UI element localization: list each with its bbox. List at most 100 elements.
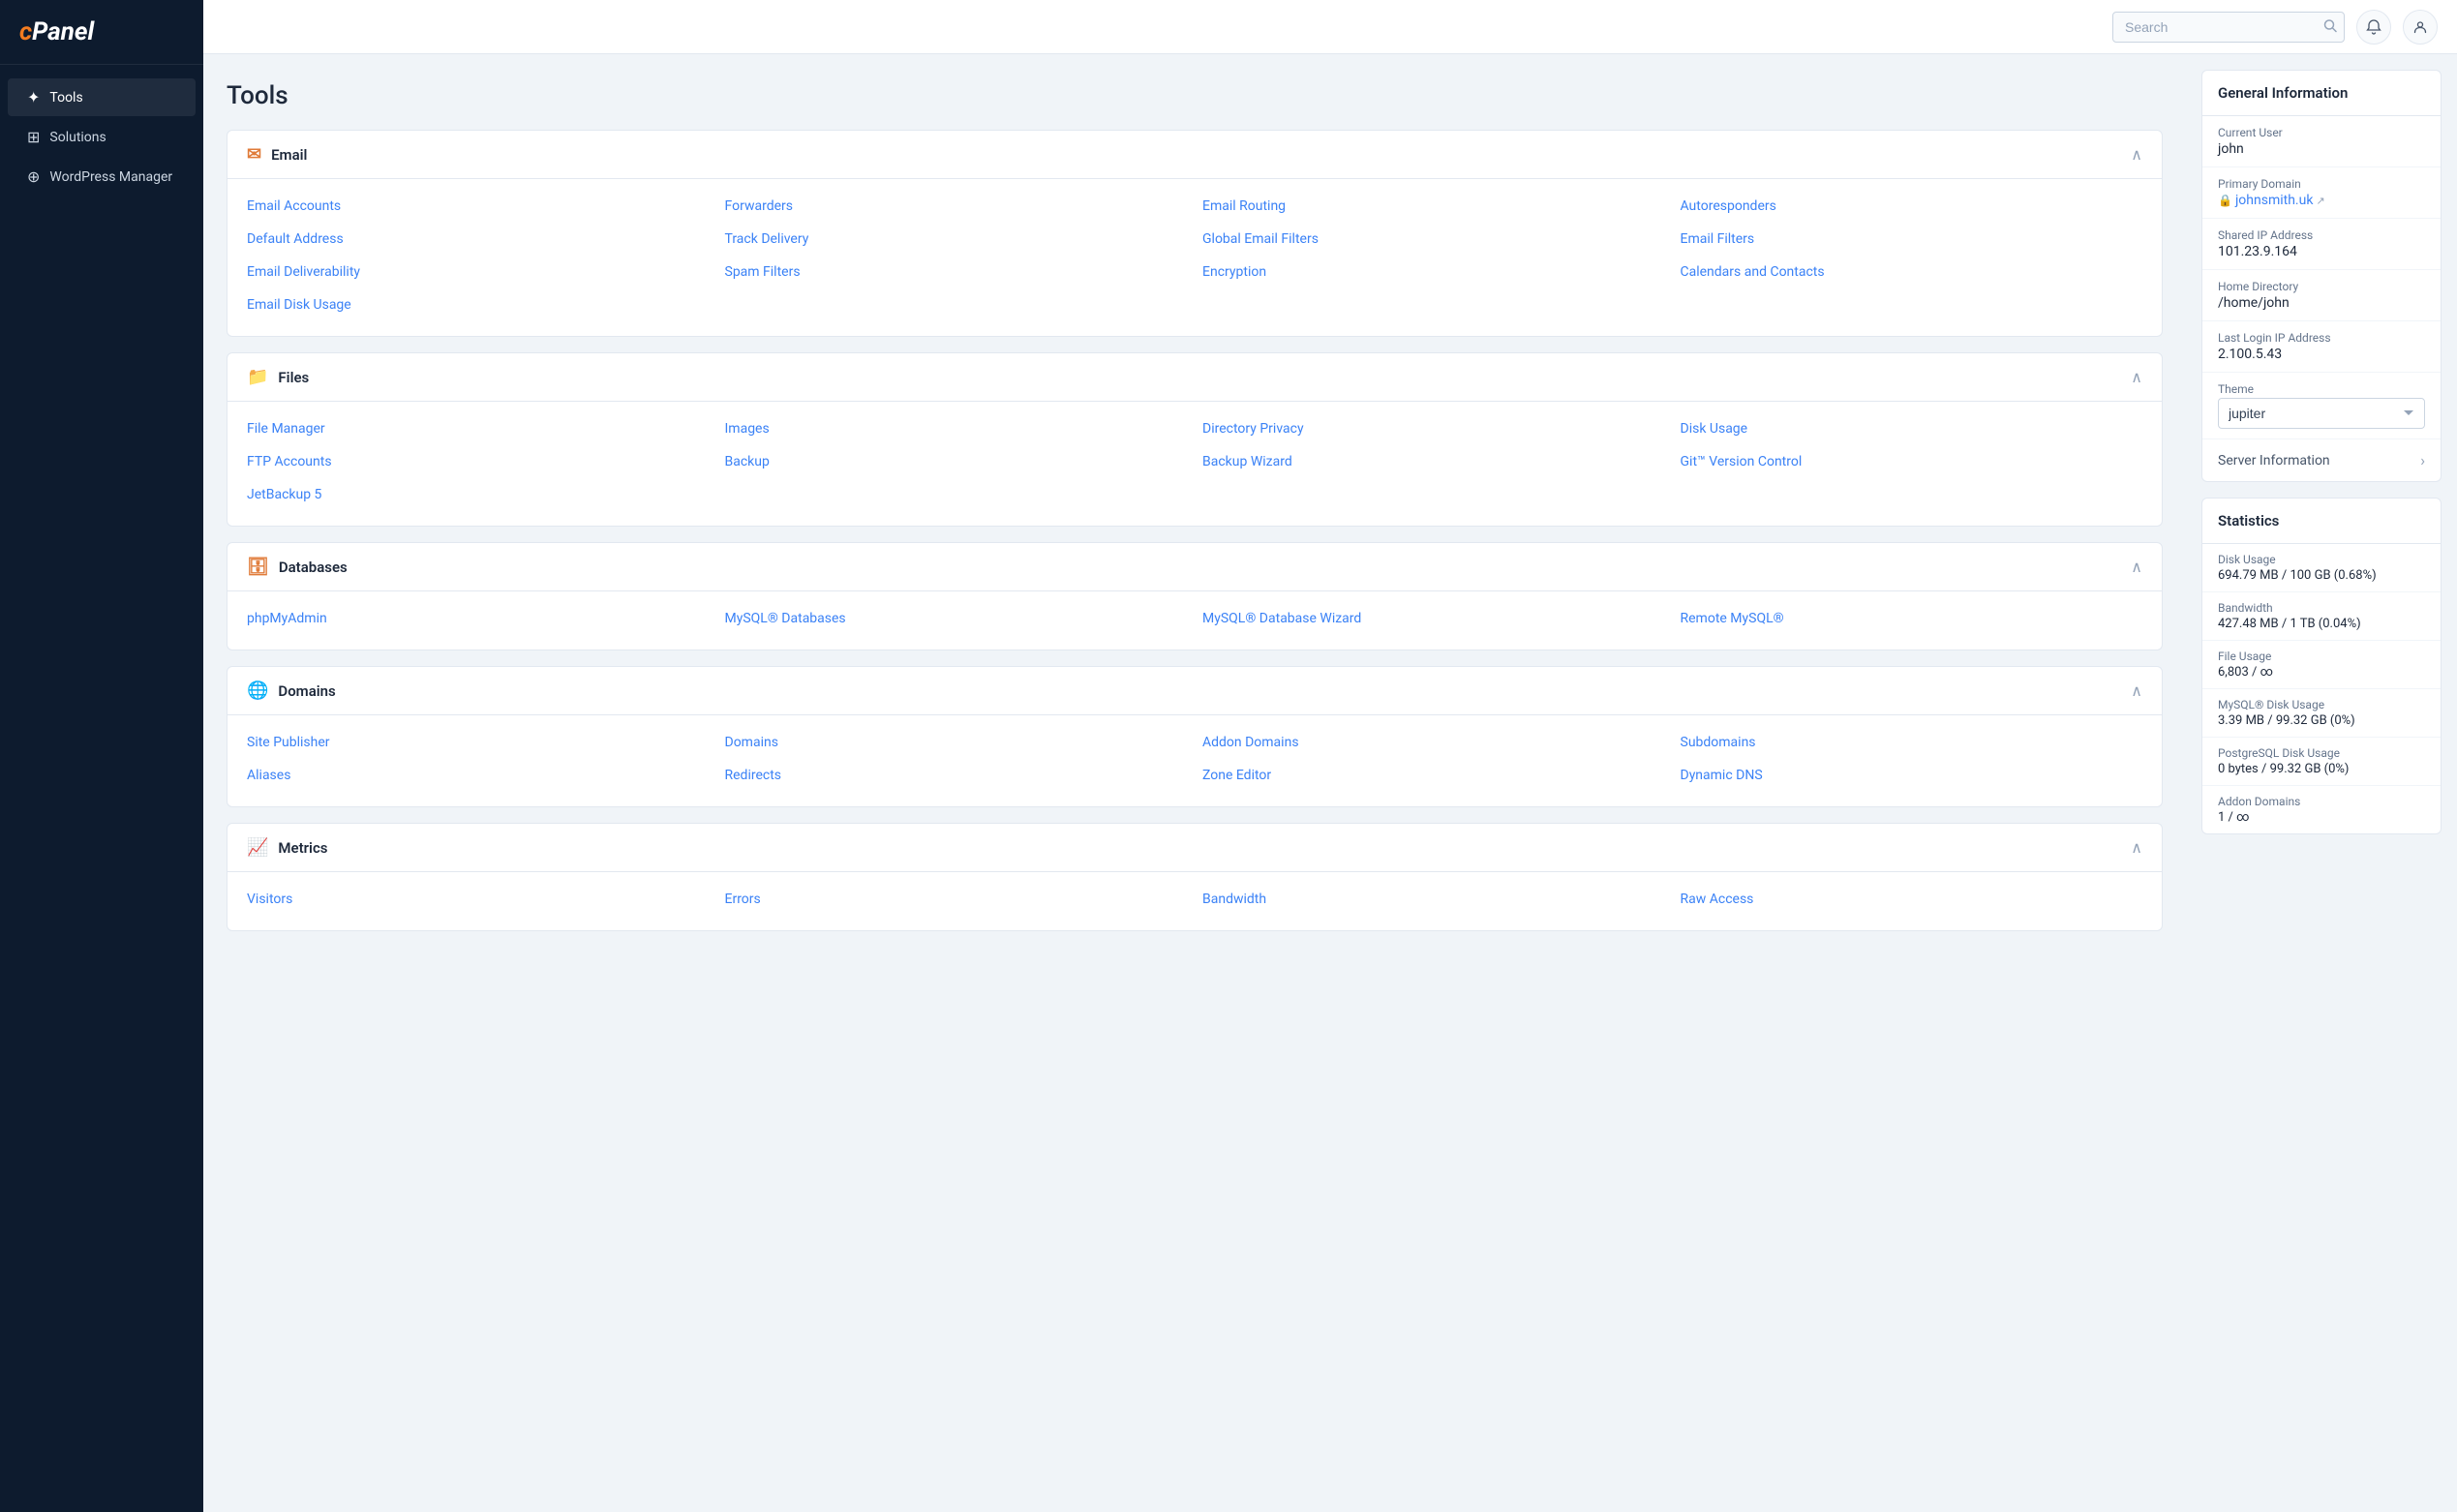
sidebar: cPanel ✦ Tools ⊞ Solutions ⊕ WordPress M… — [0, 0, 203, 1512]
domains-section-header[interactable]: 🌐 Domains ∧ — [228, 667, 2162, 715]
domains-icon: 🌐 — [247, 680, 268, 701]
link-bandwidth[interactable]: Bandwidth — [1202, 888, 1665, 911]
stat-bandwidth: Bandwidth 427.48 MB / 1 TB (0.04%) — [2202, 592, 2441, 641]
files-section-chevron: ∧ — [2131, 368, 2142, 386]
databases-section-title-wrap: 🗄 Databases — [247, 557, 348, 577]
lock-icon: 🔒 — [2218, 194, 2232, 207]
databases-links-grid: phpMyAdmin MySQL® Databases MySQL® Datab… — [247, 607, 2142, 630]
link-file-manager[interactable]: File Manager — [247, 417, 710, 440]
link-email-routing[interactable]: Email Routing — [1202, 195, 1665, 218]
link-global-email-filters[interactable]: Global Email Filters — [1202, 227, 1665, 251]
link-visitors[interactable]: Visitors — [247, 888, 710, 911]
email-icon: ✉ — [247, 144, 261, 165]
link-errors[interactable]: Errors — [725, 888, 1188, 911]
link-redirects[interactable]: Redirects — [725, 764, 1188, 787]
link-email-filters[interactable]: Email Filters — [1681, 227, 2143, 251]
stat-disk-usage-label: Disk Usage — [2218, 553, 2425, 566]
metrics-section-header[interactable]: 📈 Metrics ∧ — [228, 824, 2162, 872]
user-button[interactable] — [2403, 10, 2438, 45]
theme-label: Theme — [2218, 382, 2425, 396]
link-track-delivery[interactable]: Track Delivery — [725, 227, 1188, 251]
email-section-header[interactable]: ✉ Email ∧ — [228, 131, 2162, 179]
domains-section: 🌐 Domains ∧ Site Publisher Domains Addon… — [227, 666, 2163, 807]
sidebar-item-solutions[interactable]: ⊞ Solutions — [8, 118, 196, 156]
link-backup[interactable]: Backup — [725, 450, 1188, 473]
link-phpmyadmin[interactable]: phpMyAdmin — [247, 607, 710, 630]
link-forwarders[interactable]: Forwarders — [725, 195, 1188, 218]
link-directory-privacy[interactable]: Directory Privacy — [1202, 417, 1665, 440]
stat-addon-domains-label: Addon Domains — [2218, 795, 2425, 808]
metrics-links-grid: Visitors Errors Bandwidth Raw Access — [247, 888, 2142, 911]
files-section-title-wrap: 📁 Files — [247, 367, 309, 387]
link-site-publisher[interactable]: Site Publisher — [247, 731, 710, 754]
files-links-grid: File Manager Images Directory Privacy Di… — [247, 417, 2142, 506]
stat-mysql-disk: MySQL® Disk Usage 3.39 MB / 99.32 GB (0%… — [2202, 689, 2441, 738]
link-domains[interactable]: Domains — [725, 731, 1188, 754]
databases-section-chevron: ∧ — [2131, 558, 2142, 576]
stat-file-usage: File Usage 6,803 / ∞ — [2202, 641, 2441, 689]
sidebar-item-wordpress[interactable]: ⊕ WordPress Manager — [8, 158, 196, 196]
main-content: Tools ✉ Email ∧ Email Accounts Forwarder… — [203, 54, 2186, 1512]
link-dynamic-dns[interactable]: Dynamic DNS — [1681, 764, 2143, 787]
domains-links-grid: Site Publisher Domains Addon Domains Sub… — [247, 731, 2142, 787]
link-autoresponders[interactable]: Autoresponders — [1681, 195, 2143, 218]
stat-bandwidth-value: 427.48 MB / 1 TB (0.04%) — [2218, 617, 2425, 631]
search-input[interactable] — [2112, 12, 2345, 43]
databases-section-body: phpMyAdmin MySQL® Databases MySQL® Datab… — [228, 591, 2162, 650]
files-section-body: File Manager Images Directory Privacy Di… — [228, 402, 2162, 526]
page-title: Tools — [227, 81, 2163, 110]
search-button[interactable] — [2323, 18, 2337, 35]
content-area: Tools ✉ Email ∧ Email Accounts Forwarder… — [203, 54, 2457, 1512]
right-panel: General Information Current User john Pr… — [2186, 54, 2457, 1512]
link-email-disk-usage[interactable]: Email Disk Usage — [247, 293, 710, 317]
email-section: ✉ Email ∧ Email Accounts Forwarders Emai… — [227, 130, 2163, 337]
link-zone-editor[interactable]: Zone Editor — [1202, 764, 1665, 787]
databases-section-header[interactable]: 🗄 Databases ∧ — [228, 543, 2162, 591]
files-section: 📁 Files ∧ File Manager Images Directory … — [227, 352, 2163, 527]
sidebar-item-tools[interactable]: ✦ Tools — [8, 78, 196, 116]
current-user-label: Current User — [2218, 126, 2425, 139]
link-aliases[interactable]: Aliases — [247, 764, 710, 787]
solutions-icon: ⊞ — [27, 128, 40, 146]
sidebar-item-label: Solutions — [49, 130, 106, 145]
databases-section: 🗄 Databases ∧ phpMyAdmin MySQL® Database… — [227, 542, 2163, 650]
link-mysql-database-wizard[interactable]: MySQL® Database Wizard — [1202, 607, 1665, 630]
link-git-version-control[interactable]: Git™ Version Control — [1681, 450, 2143, 473]
stat-file-usage-value: 6,803 / ∞ — [2218, 665, 2425, 680]
primary-domain-link[interactable]: johnsmith.uk — [2235, 193, 2313, 208]
theme-select[interactable]: jupiter paper_lantern — [2218, 398, 2425, 429]
link-mysql-databases[interactable]: MySQL® Databases — [725, 607, 1188, 630]
primary-domain-label: Primary Domain — [2218, 177, 2425, 191]
metrics-section-body: Visitors Errors Bandwidth Raw Access — [228, 872, 2162, 930]
notifications-button[interactable] — [2356, 10, 2391, 45]
link-backup-wizard[interactable]: Backup Wizard — [1202, 450, 1665, 473]
link-addon-domains[interactable]: Addon Domains — [1202, 731, 1665, 754]
metrics-section: 📈 Metrics ∧ Visitors Errors Bandwidth Ra… — [227, 823, 2163, 931]
link-email-accounts[interactable]: Email Accounts — [247, 195, 710, 218]
home-dir-value: /home/john — [2218, 295, 2425, 311]
link-calendars-contacts[interactable]: Calendars and Contacts — [1681, 260, 2143, 284]
primary-domain-row: Primary Domain 🔒johnsmith.uk↗ — [2202, 167, 2441, 219]
link-images[interactable]: Images — [725, 417, 1188, 440]
link-subdomains[interactable]: Subdomains — [1681, 731, 2143, 754]
link-raw-access[interactable]: Raw Access — [1681, 888, 2143, 911]
link-email-deliverability[interactable]: Email Deliverability — [247, 260, 710, 284]
link-disk-usage[interactable]: Disk Usage — [1681, 417, 2143, 440]
email-section-chevron: ∧ — [2131, 145, 2142, 164]
databases-section-title: Databases — [279, 559, 348, 576]
link-remote-mysql[interactable]: Remote MySQL® — [1681, 607, 2143, 630]
link-default-address[interactable]: Default Address — [247, 227, 710, 251]
domains-section-chevron: ∧ — [2131, 681, 2142, 700]
email-links-grid: Email Accounts Forwarders Email Routing … — [247, 195, 2142, 317]
statistics-title: Statistics — [2202, 499, 2441, 544]
link-jetbackup[interactable]: JetBackup 5 — [247, 483, 710, 506]
files-section-header[interactable]: 📁 Files ∧ — [228, 353, 2162, 402]
link-spam-filters[interactable]: Spam Filters — [725, 260, 1188, 284]
server-info-row[interactable]: Server Information › — [2202, 439, 2441, 481]
link-ftp-accounts[interactable]: FTP Accounts — [247, 450, 710, 473]
metrics-section-title: Metrics — [278, 839, 327, 857]
cpanel-logo-text: cPanel — [19, 17, 94, 46]
link-encryption[interactable]: Encryption — [1202, 260, 1665, 284]
metrics-icon: 📈 — [247, 837, 268, 858]
email-section-title: Email — [271, 146, 307, 164]
